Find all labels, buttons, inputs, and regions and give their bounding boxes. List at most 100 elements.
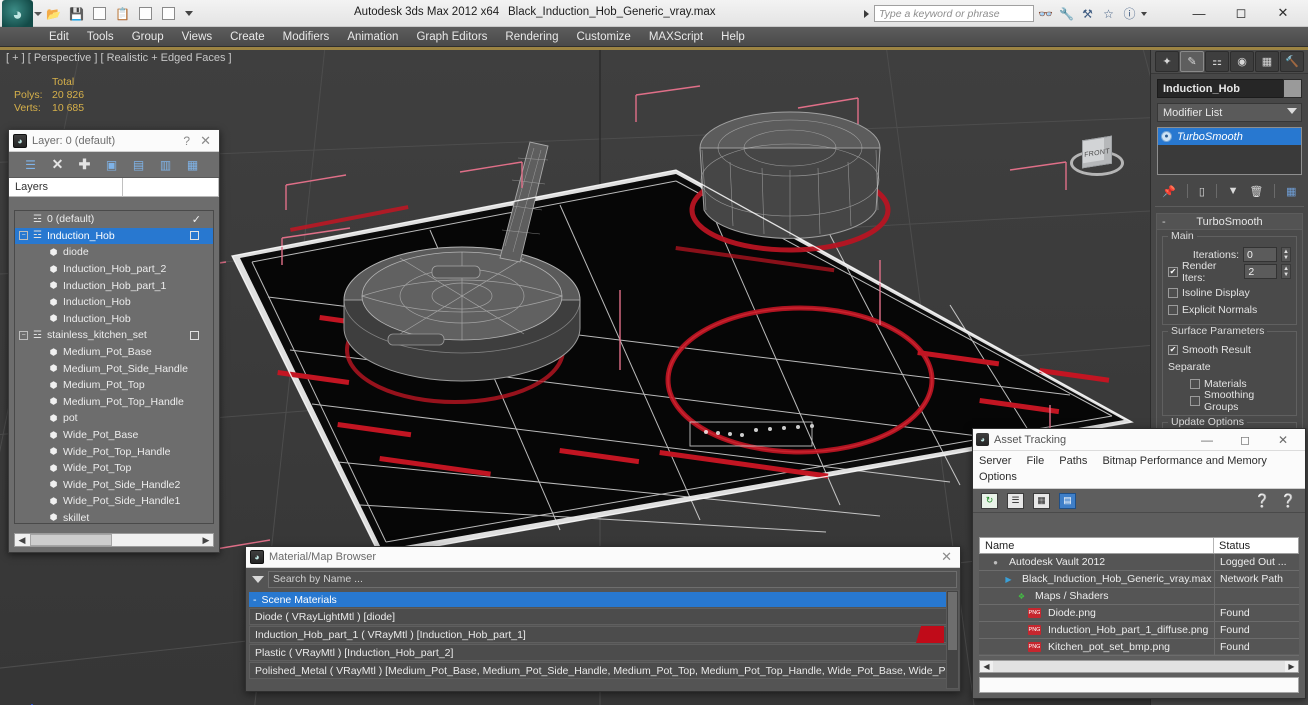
hscroll-thumb[interactable] [30, 534, 112, 546]
maximize-button[interactable]: ◻ [1220, 2, 1262, 24]
add-selection-icon[interactable]: ✚ [77, 156, 92, 172]
delete-layer-icon[interactable]: ✕ [50, 156, 65, 172]
anvil-icon[interactable]: ⚒ [1078, 4, 1097, 23]
utilities-tab[interactable]: 🔨 [1280, 51, 1304, 72]
refresh-icon[interactable]: ↻ [981, 492, 998, 509]
viewport-label[interactable]: [ + ] [ Perspective ] [ Realistic + Edge… [6, 52, 232, 64]
scroll-left-icon[interactable]: ◀ [15, 535, 29, 546]
layer-row[interactable]: ⬢ Medium_Pot_Top_Handle [15, 394, 213, 411]
rollup-collapse-icon[interactable]: - [1162, 216, 1166, 228]
help-dropdown-icon[interactable] [1141, 11, 1147, 16]
wrench-icon[interactable]: 🔧 [1057, 4, 1076, 23]
asset-row[interactable]: PNG Induction_Hob_part_1_diffuse.png Found [979, 622, 1299, 639]
layer-row[interactable]: ⬢ Wide_Pot_Side_Handle1 [15, 493, 213, 510]
at-menu-file[interactable]: File [1026, 455, 1044, 467]
hierarchy-tab[interactable]: ⚏ [1205, 51, 1229, 72]
menu-tools[interactable]: Tools [78, 27, 123, 47]
at-maximize-button[interactable]: ◻ [1226, 433, 1264, 447]
show-end-result-icon[interactable]: ▯ [1199, 185, 1205, 198]
binoculars-icon[interactable]: 👓 [1036, 4, 1055, 23]
layer-row[interactable]: ⬢ Induction_Hob_part_1 [15, 277, 213, 294]
layer-panel-close-button[interactable]: ✕ [200, 133, 215, 149]
motion-tab[interactable]: ◉ [1230, 51, 1254, 72]
materials-checkbox[interactable] [1190, 378, 1200, 389]
material-row[interactable]: Polished_Metal ( VRayMtl ) [Medium_Pot_B… [249, 662, 957, 679]
menu-animation[interactable]: Animation [338, 27, 407, 47]
modifier-stack[interactable]: ● TurboSmooth [1157, 127, 1302, 175]
isoline-display-checkbox[interactable] [1168, 287, 1178, 298]
undo-icon[interactable] [90, 4, 109, 23]
highlight-selected-icon[interactable]: ▤ [131, 157, 146, 172]
menu-modifiers[interactable]: Modifiers [274, 27, 339, 47]
infocenter-expand-icon[interactable] [864, 9, 869, 18]
viewcube[interactable]: FRONT [1068, 128, 1126, 186]
at-menu-bitmap-performance[interactable]: Bitmap Performance and Memory [1102, 455, 1266, 467]
menu-create[interactable]: Create [221, 27, 274, 47]
create-tab[interactable]: ✦ [1155, 51, 1179, 72]
create-new-layer-icon[interactable]: ☰ [23, 157, 38, 172]
asset-grid-rows[interactable]: ● Autodesk Vault 2012 Logged Out ... ▶ Black… [979, 554, 1299, 656]
column-name[interactable]: Name [980, 538, 1214, 553]
material-row[interactable]: Diode ( VRayLightMtl ) [diode] [249, 608, 957, 625]
mmb-scene-materials-group[interactable]: - Scene Materials [249, 592, 957, 607]
layer-panel-help-button[interactable]: ? [173, 134, 200, 148]
asset-row[interactable]: PNG Diode.png Found [979, 605, 1299, 622]
layer-expander-icon[interactable]: − [19, 231, 28, 241]
make-unique-icon[interactable]: ▼ [1228, 185, 1239, 197]
list-view-icon[interactable]: ☰ [1007, 492, 1024, 509]
configure-sets-icon[interactable]: ▦ [1286, 185, 1296, 198]
layer-properties-icon[interactable]: ▦ [185, 157, 200, 172]
menu-customize[interactable]: Customize [567, 27, 639, 47]
render-iters-spinner[interactable]: ▲ ▼ [1281, 264, 1291, 279]
asset-row[interactable]: ❖ Maps / Shaders [979, 588, 1299, 605]
layer-row[interactable]: ⬢ Medium_Pot_Side_Handle [15, 360, 213, 377]
viewcube-face-front[interactable]: FRONT [1082, 135, 1112, 169]
layer-row[interactable]: ⬢ Wide_Pot_Base [15, 427, 213, 444]
lightbulb-icon[interactable]: ● [1161, 131, 1172, 142]
layer-row[interactable]: ⬢ Induction_Hob_part_2 [15, 261, 213, 278]
open-icon[interactable]: 📂 [44, 4, 63, 23]
render-iters-checkbox[interactable] [1167, 266, 1178, 277]
layer-row[interactable]: ⬢ Wide_Pot_Side_Handle2 [15, 477, 213, 494]
mmb-options-dropdown-icon[interactable] [252, 576, 264, 583]
close-button[interactable]: ✕ [1262, 2, 1304, 24]
asset-tracking-dialog[interactable]: ◕ Asset Tracking — ◻ ✕ Server File Paths… [972, 428, 1306, 699]
layer-row[interactable]: ⬢ skillet [15, 510, 213, 523]
asset-row[interactable]: ● Autodesk Vault 2012 Logged Out ... [979, 554, 1299, 571]
material-row[interactable]: Induction_Hob_part_1 ( VRayMtl ) [Induct… [249, 626, 957, 643]
layer-row[interactable]: − ☲ stainless_kitchen_set [15, 327, 213, 344]
help-icon[interactable]: ⓘ [1120, 4, 1139, 23]
mmb-search-input[interactable]: Search by Name ... [268, 571, 957, 588]
layer-row[interactable]: ⬢ pot [15, 410, 213, 427]
menu-views[interactable]: Views [173, 27, 221, 47]
layer-row[interactable]: ⬢ Wide_Pot_Top_Handle [15, 443, 213, 460]
layer-row[interactable]: ⬢ diode [15, 244, 213, 261]
mmb-material-list[interactable]: Diode ( VRayLightMtl ) [diode] Induction_… [249, 608, 957, 679]
at-hscroll-trough[interactable] [993, 661, 1285, 672]
at-scroll-left-icon[interactable]: ◀ [980, 662, 993, 671]
material-row[interactable]: Plastic ( VRayMtl ) [Induction_Hob_part_… [249, 644, 957, 661]
thumbnail-view-icon[interactable]: ▦ [1033, 492, 1050, 509]
search-input[interactable]: Type a keyword or phrase [874, 5, 1034, 22]
explicit-normals-checkbox[interactable] [1168, 304, 1178, 315]
menu-group[interactable]: Group [123, 27, 173, 47]
chevron-down-icon[interactable] [1287, 108, 1297, 114]
asset-grid-hscrollbar[interactable]: ◀ ▶ [979, 660, 1299, 673]
asset-row[interactable]: PNG Kitchen_pot_set_bmp.png Found [979, 639, 1299, 656]
menu-graph-editors[interactable]: Graph Editors [407, 27, 496, 47]
mmb-group-collapse-icon[interactable]: - [253, 594, 257, 606]
at-close-button[interactable]: ✕ [1264, 433, 1302, 447]
asset-tracking-grid[interactable]: Name Status ● Autodesk Vault 2012 Logged O… [979, 537, 1299, 656]
modifier-list-dropdown[interactable]: Modifier List [1157, 103, 1302, 122]
at-minimize-button[interactable]: — [1188, 433, 1226, 447]
display-tab[interactable]: ▦ [1255, 51, 1279, 72]
iterations-field[interactable]: 0 [1243, 247, 1277, 262]
qat-dropdown-icon[interactable] [185, 11, 193, 16]
pin-stack-icon[interactable]: 📌 [1162, 185, 1176, 198]
layer-manager-panel[interactable]: ◕ Layer: 0 (default) ? ✕ ☰ ✕ ✚ ▣ ▤ ▥ ▦ L… [8, 129, 220, 553]
help-cursor-icon[interactable]: ❔ [1254, 493, 1271, 509]
layer-row[interactable]: ⬢ Medium_Pot_Base [15, 344, 213, 361]
smooth-result-checkbox[interactable] [1168, 344, 1178, 355]
layer-row[interactable]: ⬢ Induction_Hob [15, 311, 213, 328]
redo-icon[interactable]: 📋 [113, 4, 132, 23]
